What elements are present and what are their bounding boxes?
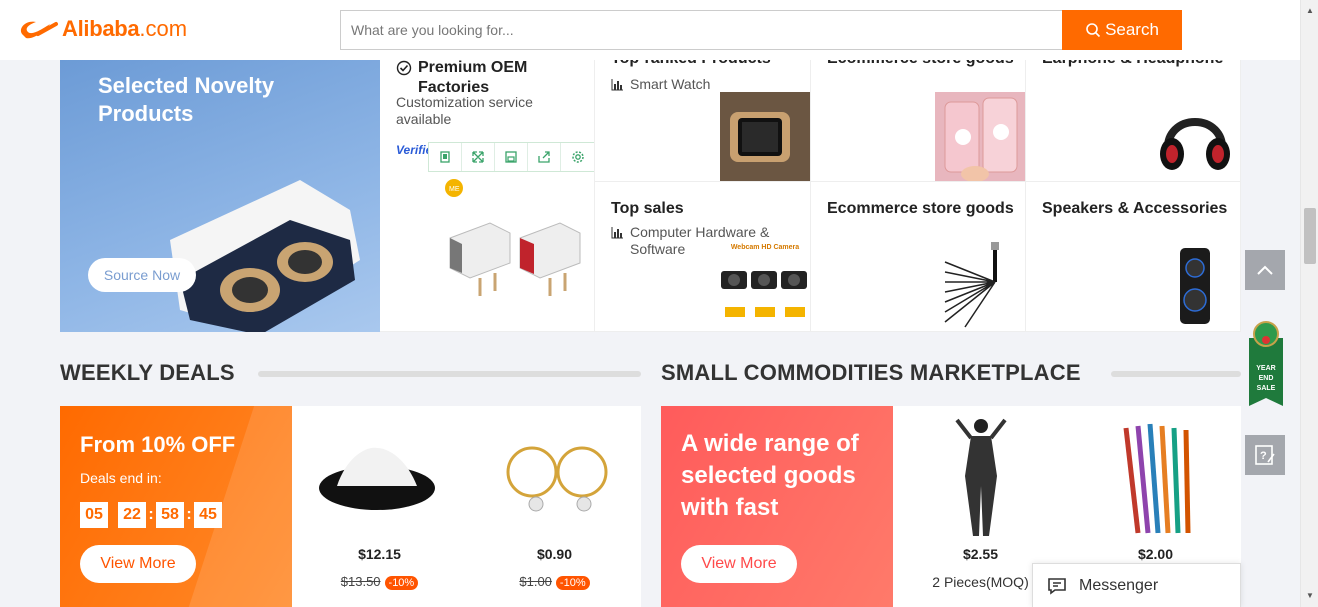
small-promo-title: A wide range of selected goods with fast [681, 430, 859, 521]
messenger-label: Messenger [1079, 576, 1159, 594]
save-icon[interactable] [495, 143, 528, 171]
ranking-bar-icon [611, 79, 623, 91]
plug-adapter-image: ME [445, 179, 581, 296]
small-commodities-promo[interactable]: A wide range of selected goods with fast… [661, 406, 893, 607]
oem-factories-card[interactable]: Premium OEM Factories Customization serv… [380, 60, 595, 332]
share-icon[interactable] [528, 143, 561, 171]
scroll-down-arrow-icon[interactable]: ▼ [1306, 591, 1314, 600]
deals-end-label: Deals end in: [80, 470, 162, 486]
product-card[interactable]: $0.90 $1.00 -10% [467, 406, 642, 607]
oem-description: Customization service available [396, 94, 533, 127]
ecommerce-goods-title-2: Ecommerce store goods [827, 200, 1014, 217]
weekly-deals-heading: WEEKLY DEALS [60, 360, 235, 385]
top-ranked-title: Top-ranked Products [611, 60, 771, 68]
phone-case-image [935, 92, 1025, 181]
top-sales-title: Top sales [611, 200, 684, 217]
ecommerce-goods-card-2[interactable]: Ecommerce store goods [811, 182, 1026, 332]
product-price: $12.15 [358, 546, 401, 562]
hair-sticks-image [1123, 423, 1191, 534]
back-to-top-button[interactable] [1245, 250, 1285, 290]
discount-badge: -10% [555, 576, 590, 590]
scrollbar-thumb[interactable] [1304, 208, 1316, 264]
alibaba-logo[interactable]: Alibaba .com [16, 14, 187, 44]
source-now-button[interactable]: Source Now [88, 258, 196, 292]
scroll-up-arrow-icon[interactable]: ▲ [1306, 6, 1314, 15]
oem-title: Premium OEM Factories [396, 60, 527, 98]
chat-icon [1048, 577, 1066, 595]
logo-suffix: .com [139, 16, 188, 41]
expand-icon[interactable] [462, 143, 495, 171]
promo-title: Selected Novelty Products [98, 73, 275, 126]
countdown-timer: 05 22: 58: 45 [80, 502, 222, 528]
speakers-accessories-card[interactable]: Speakers & Accessories [1026, 182, 1241, 332]
smart-watch-image [720, 92, 810, 181]
webcam-image-label: Webcam HD Camera [730, 244, 800, 251]
feedback-icon: ? [1255, 445, 1275, 465]
product-old-price: $13.50 -10% [292, 574, 467, 590]
top-sales-card[interactable]: Top sales Computer Hardware & Software W… [595, 182, 811, 332]
alibaba-logo-icon [20, 21, 58, 39]
timer-hours: 22 [118, 502, 146, 528]
product-old-price: $1.00 -10% [467, 574, 642, 590]
settings-gear-icon[interactable] [561, 143, 594, 171]
timer-minutes: 58 [156, 502, 184, 528]
ecommerce-goods-card-1[interactable]: Ecommerce store goods [811, 60, 1026, 182]
earphone-headphone-card[interactable]: Earphone & Headphone [1026, 60, 1241, 182]
search-button-label: Search [1105, 20, 1159, 39]
white-powder-image [319, 447, 435, 510]
weekly-deals-divider [258, 371, 641, 377]
weekly-deals-promo[interactable]: From 10% OFF Deals end in: 05 22: 58: 45… [60, 406, 292, 607]
search-bar: Search [340, 10, 1182, 50]
webcam-image: Webcam HD Camera [719, 244, 810, 331]
small-view-more-button[interactable]: View More [681, 545, 797, 583]
top-header: Alibaba.com Search [0, 0, 1300, 60]
timer-seconds: 45 [194, 502, 222, 528]
search-icon [1086, 23, 1101, 38]
speaker-image [1180, 248, 1210, 324]
svg-text:?: ? [1260, 450, 1267, 462]
product-price: $0.90 [536, 546, 573, 562]
oem-title-line1: Premium OEM [418, 60, 528, 76]
product-card[interactable]: $12.15 $13.50 -10% [292, 406, 467, 607]
top-ranked-sub: Smart Watch [611, 76, 781, 93]
discount-badge: -10% [384, 576, 419, 590]
copy-icon[interactable] [429, 143, 462, 171]
category-cards: Premium OEM Factories Customization serv… [380, 60, 1241, 332]
speakers-title: Speakers & Accessories [1042, 200, 1228, 217]
ranking-bar-icon [611, 227, 623, 239]
headphone-image [1160, 118, 1230, 170]
bodystocking-image [955, 418, 1007, 536]
vr-headset-image [170, 180, 360, 332]
svg-text:ME: ME [449, 186, 460, 193]
year-end-sale-badge[interactable]: YEAR END SALE [1245, 318, 1287, 408]
weekly-deals-products: $12.15 $13.50 -10% $0.90 $1.00 -10% [292, 406, 641, 607]
page-scrollbar[interactable]: ▲ ▼ [1300, 0, 1318, 607]
feedback-button[interactable]: ? [1245, 435, 1285, 475]
small-commodities-heading: SMALL COMMODITIES MARKETPLACE [661, 360, 1081, 385]
weekly-view-more-button[interactable]: View More [80, 545, 196, 583]
top-ranked-sub-label: Smart Watch [630, 76, 711, 92]
novelty-promo-banner[interactable]: Selected Novelty Products Source Now [60, 60, 380, 332]
product-price: $2.55 [962, 546, 999, 562]
image-toolbar [428, 142, 594, 172]
chevron-up-icon [1257, 265, 1273, 275]
search-input[interactable] [340, 10, 1062, 50]
earphone-title: Earphone & Headphone [1042, 60, 1223, 68]
weekly-promo-title: From 10% OFF [80, 432, 236, 457]
timer-days: 05 [80, 502, 108, 528]
small-commodities-divider [1111, 371, 1241, 377]
charging-cable-image [944, 242, 999, 328]
product-price: $2.00 [1137, 546, 1174, 562]
verified-badge-icon [396, 60, 412, 76]
earring-image [506, 446, 608, 512]
top-ranked-card[interactable]: Top-ranked Products Smart Watch [595, 60, 811, 182]
year-end-sale-text: YEAR END SALE [1256, 365, 1276, 392]
ecommerce-goods-title-1: Ecommerce store goods [827, 60, 1014, 68]
logo-text: Alibaba [62, 16, 140, 41]
messenger-widget[interactable]: Messenger [1032, 563, 1241, 607]
search-button[interactable]: Search [1062, 10, 1182, 50]
